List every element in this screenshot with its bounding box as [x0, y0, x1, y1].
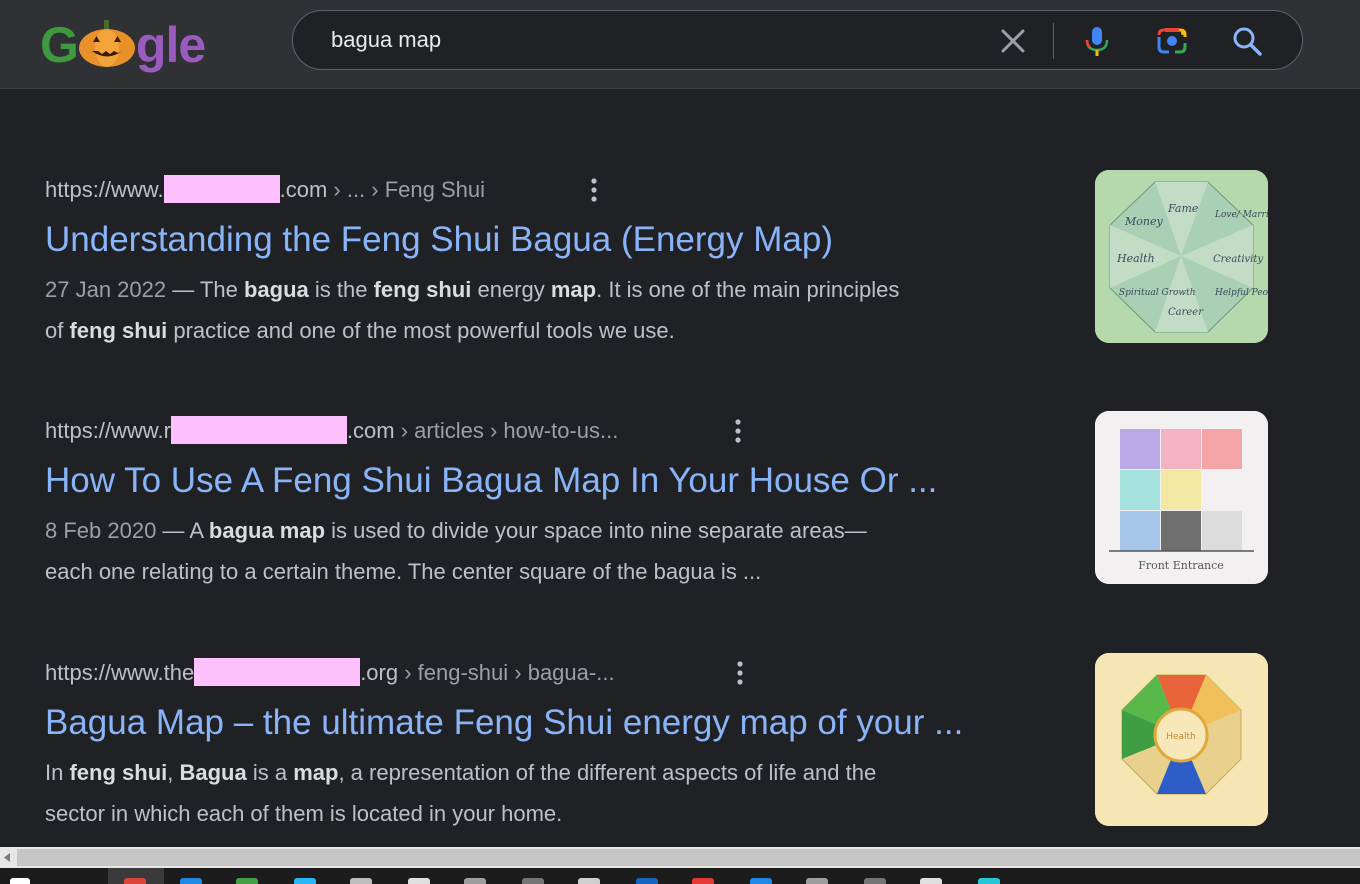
url-prefix: https://www.r — [45, 418, 171, 443]
bagua-label: Career — [1168, 307, 1204, 318]
logo-letter-g: G — [40, 17, 79, 73]
result-url[interactable]: https://www.the .org › feng-shui › bagua-… — [45, 658, 1075, 688]
scroll-left-arrow-icon[interactable] — [0, 847, 16, 868]
more-vert-icon — [735, 419, 741, 443]
taskbar — [0, 868, 1360, 884]
url-prefix: https://www.the — [45, 660, 195, 685]
app-icon[interactable] — [578, 878, 600, 884]
start-icon[interactable] — [10, 878, 30, 884]
result-title-link[interactable]: Bagua Map – the ultimate Feng Shui energ… — [45, 702, 1075, 744]
bagua-label: Creativity — [1213, 254, 1263, 265]
app-icon[interactable] — [636, 878, 658, 884]
redacted-domain — [163, 175, 280, 203]
scrollbar-thumb[interactable] — [17, 849, 1360, 866]
result-snippet: In feng shui, Bagua is a map, a represen… — [45, 760, 877, 826]
app-icon[interactable] — [978, 878, 1000, 884]
search-input[interactable] — [331, 11, 971, 69]
app-icon[interactable] — [236, 878, 258, 884]
result-snippet: 27 Jan 2022 — The bagua is the feng shui… — [45, 277, 900, 343]
bagua-label: Love/ Marriage — [1214, 210, 1268, 220]
url-suffix: .org — [360, 660, 399, 685]
result-url[interactable]: https://www.r .com › articles › how-to-us… — [45, 416, 1075, 446]
app-icon[interactable] — [408, 878, 430, 884]
result-title-link[interactable]: How To Use A Feng Shui Bagua Map In Your… — [45, 460, 1075, 502]
app-icon[interactable] — [806, 878, 828, 884]
url-path: › feng-shui › bagua-... — [398, 660, 615, 685]
thumb-caption: Front Entrance — [1138, 559, 1224, 572]
logo-letters-gle: gle — [135, 17, 206, 73]
result-title-link[interactable]: Understanding the Feng Shui Bagua (Energ… — [45, 219, 1075, 261]
thumb-center-label: Health — [1166, 732, 1196, 742]
app-icon[interactable] — [692, 878, 714, 884]
search-header: G gle — [0, 0, 1360, 89]
url-suffix: .com — [279, 177, 328, 202]
bagua-label: Fame — [1167, 202, 1199, 215]
bagua-octagon-image: Fame Love/ Marriage Creativity Helpful P… — [1095, 170, 1268, 343]
url-path: › ... › Feng Shui — [327, 177, 486, 202]
bagua-label: Spiritual Growth — [1119, 288, 1196, 298]
search-icon — [1233, 27, 1262, 56]
search-result: https://www. .com › ... › Feng Shui Under… — [45, 175, 1075, 351]
chrome-icon[interactable] — [124, 878, 146, 884]
google-logo[interactable]: G gle — [40, 14, 220, 76]
search-divider — [1053, 23, 1054, 59]
pumpkin-doodle-icon — [78, 18, 136, 68]
microphone-icon — [1085, 27, 1109, 56]
redacted-domain — [194, 658, 361, 686]
url-suffix: .com — [346, 418, 395, 443]
camera-lens-icon — [1157, 28, 1187, 54]
bagua-label: Money — [1124, 215, 1163, 228]
result-options-button[interactable] — [584, 177, 604, 203]
search-result: https://www.r .com › articles › how-to-us… — [45, 416, 1075, 592]
url-path: › articles › how-to-us... — [394, 418, 619, 443]
app-icon[interactable] — [180, 878, 202, 884]
more-vert-icon — [737, 661, 743, 685]
result-options-button[interactable] — [728, 418, 748, 444]
app-icon[interactable] — [522, 878, 544, 884]
result-thumbnail[interactable]: Health — [1095, 653, 1268, 826]
result-url[interactable]: https://www. .com › ... › Feng Shui — [45, 175, 1075, 205]
result-thumbnail[interactable]: Fame Love/ Marriage Creativity Helpful P… — [1095, 170, 1268, 343]
clear-search-button[interactable] — [997, 25, 1029, 57]
search-result: https://www.the .org › feng-shui › bagua-… — [45, 658, 1075, 834]
result-thumbnail[interactable]: Front Entrance — [1095, 411, 1268, 584]
horizontal-scrollbar[interactable] — [0, 847, 1360, 868]
app-icon[interactable] — [464, 878, 486, 884]
bagua-label: Health — [1116, 252, 1155, 265]
search-submit-button[interactable] — [1231, 25, 1263, 57]
app-icon[interactable] — [750, 878, 772, 884]
app-icon[interactable] — [864, 878, 886, 884]
result-snippet: 8 Feb 2020 — A bagua map is used to divi… — [45, 518, 867, 584]
more-vert-icon — [591, 178, 597, 202]
app-icon[interactable] — [294, 878, 316, 884]
app-icon[interactable] — [350, 878, 372, 884]
url-prefix: https://www. — [45, 177, 164, 202]
image-search-button[interactable] — [1155, 25, 1187, 57]
voice-search-button[interactable] — [1081, 25, 1113, 57]
app-icon[interactable] — [920, 878, 942, 884]
bagua-label: Helpful People — [1214, 288, 1268, 298]
close-icon — [1001, 29, 1025, 53]
redacted-domain — [170, 416, 347, 444]
bagua-grid-image: Front Entrance — [1095, 411, 1268, 584]
result-options-button[interactable] — [730, 660, 750, 686]
bagua-compass-image: Health — [1095, 653, 1268, 826]
search-box[interactable] — [292, 10, 1303, 70]
